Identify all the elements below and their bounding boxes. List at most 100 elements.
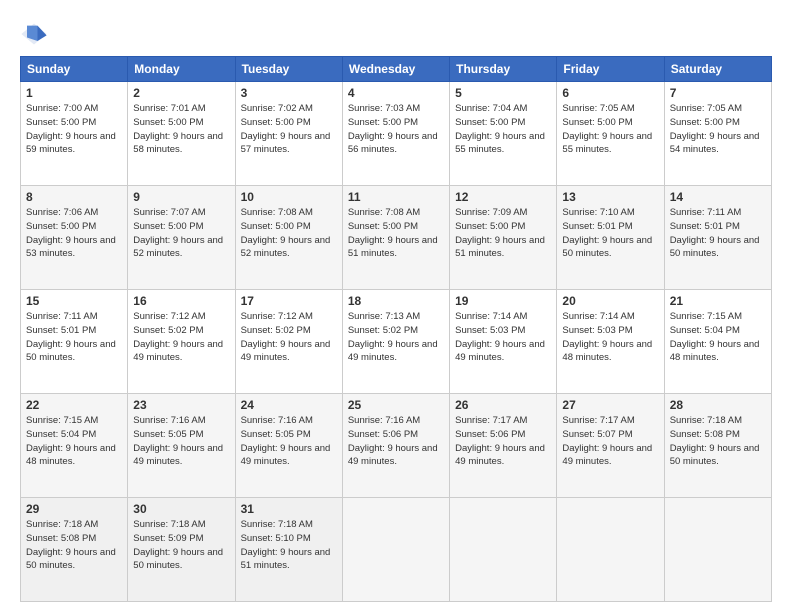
day-info: Sunrise: 7:11 AM Sunset: 5:01 PM Dayligh… — [26, 310, 122, 365]
calendar-cell — [342, 498, 449, 602]
day-number: 16 — [133, 294, 229, 308]
calendar-cell: 7 Sunrise: 7:05 AM Sunset: 5:00 PM Dayli… — [664, 82, 771, 186]
calendar-cell: 8 Sunrise: 7:06 AM Sunset: 5:00 PM Dayli… — [21, 186, 128, 290]
day-info: Sunrise: 7:18 AM Sunset: 5:08 PM Dayligh… — [670, 414, 766, 469]
calendar-week-4: 22 Sunrise: 7:15 AM Sunset: 5:04 PM Dayl… — [21, 394, 772, 498]
day-info: Sunrise: 7:15 AM Sunset: 5:04 PM Dayligh… — [26, 414, 122, 469]
day-number: 24 — [241, 398, 337, 412]
day-number: 31 — [241, 502, 337, 516]
day-number: 26 — [455, 398, 551, 412]
day-info: Sunrise: 7:15 AM Sunset: 5:04 PM Dayligh… — [670, 310, 766, 365]
logo — [20, 20, 51, 48]
day-header-friday: Friday — [557, 57, 664, 82]
logo-icon — [20, 20, 48, 48]
calendar-week-3: 15 Sunrise: 7:11 AM Sunset: 5:01 PM Dayl… — [21, 290, 772, 394]
day-number: 17 — [241, 294, 337, 308]
day-info: Sunrise: 7:14 AM Sunset: 5:03 PM Dayligh… — [562, 310, 658, 365]
day-info: Sunrise: 7:17 AM Sunset: 5:06 PM Dayligh… — [455, 414, 551, 469]
day-number: 12 — [455, 190, 551, 204]
day-number: 30 — [133, 502, 229, 516]
page: SundayMondayTuesdayWednesdayThursdayFrid… — [0, 0, 792, 612]
calendar-cell: 11 Sunrise: 7:08 AM Sunset: 5:00 PM Dayl… — [342, 186, 449, 290]
day-number: 19 — [455, 294, 551, 308]
calendar-week-5: 29 Sunrise: 7:18 AM Sunset: 5:08 PM Dayl… — [21, 498, 772, 602]
day-number: 7 — [670, 86, 766, 100]
calendar-cell: 9 Sunrise: 7:07 AM Sunset: 5:00 PM Dayli… — [128, 186, 235, 290]
calendar-cell: 2 Sunrise: 7:01 AM Sunset: 5:00 PM Dayli… — [128, 82, 235, 186]
day-number: 9 — [133, 190, 229, 204]
day-number: 28 — [670, 398, 766, 412]
calendar-cell: 24 Sunrise: 7:16 AM Sunset: 5:05 PM Dayl… — [235, 394, 342, 498]
day-info: Sunrise: 7:14 AM Sunset: 5:03 PM Dayligh… — [455, 310, 551, 365]
day-number: 8 — [26, 190, 122, 204]
day-info: Sunrise: 7:16 AM Sunset: 5:05 PM Dayligh… — [241, 414, 337, 469]
calendar-cell: 30 Sunrise: 7:18 AM Sunset: 5:09 PM Dayl… — [128, 498, 235, 602]
day-number: 27 — [562, 398, 658, 412]
day-number: 15 — [26, 294, 122, 308]
day-info: Sunrise: 7:12 AM Sunset: 5:02 PM Dayligh… — [241, 310, 337, 365]
header — [20, 15, 772, 48]
day-info: Sunrise: 7:08 AM Sunset: 5:00 PM Dayligh… — [241, 206, 337, 261]
day-number: 1 — [26, 86, 122, 100]
calendar-cell — [450, 498, 557, 602]
day-info: Sunrise: 7:05 AM Sunset: 5:00 PM Dayligh… — [670, 102, 766, 157]
day-number: 2 — [133, 86, 229, 100]
day-number: 13 — [562, 190, 658, 204]
calendar-cell: 22 Sunrise: 7:15 AM Sunset: 5:04 PM Dayl… — [21, 394, 128, 498]
calendar-cell: 14 Sunrise: 7:11 AM Sunset: 5:01 PM Dayl… — [664, 186, 771, 290]
calendar-cell: 28 Sunrise: 7:18 AM Sunset: 5:08 PM Dayl… — [664, 394, 771, 498]
day-info: Sunrise: 7:08 AM Sunset: 5:00 PM Dayligh… — [348, 206, 444, 261]
day-number: 22 — [26, 398, 122, 412]
day-header-wednesday: Wednesday — [342, 57, 449, 82]
day-header-sunday: Sunday — [21, 57, 128, 82]
calendar-cell: 23 Sunrise: 7:16 AM Sunset: 5:05 PM Dayl… — [128, 394, 235, 498]
day-info: Sunrise: 7:04 AM Sunset: 5:00 PM Dayligh… — [455, 102, 551, 157]
day-info: Sunrise: 7:03 AM Sunset: 5:00 PM Dayligh… — [348, 102, 444, 157]
calendar-cell: 29 Sunrise: 7:18 AM Sunset: 5:08 PM Dayl… — [21, 498, 128, 602]
day-info: Sunrise: 7:10 AM Sunset: 5:01 PM Dayligh… — [562, 206, 658, 261]
calendar-cell — [664, 498, 771, 602]
calendar-cell: 17 Sunrise: 7:12 AM Sunset: 5:02 PM Dayl… — [235, 290, 342, 394]
calendar-cell: 3 Sunrise: 7:02 AM Sunset: 5:00 PM Dayli… — [235, 82, 342, 186]
calendar-cell: 31 Sunrise: 7:18 AM Sunset: 5:10 PM Dayl… — [235, 498, 342, 602]
day-number: 5 — [455, 86, 551, 100]
day-info: Sunrise: 7:07 AM Sunset: 5:00 PM Dayligh… — [133, 206, 229, 261]
day-number: 10 — [241, 190, 337, 204]
day-number: 23 — [133, 398, 229, 412]
day-number: 21 — [670, 294, 766, 308]
day-info: Sunrise: 7:00 AM Sunset: 5:00 PM Dayligh… — [26, 102, 122, 157]
day-info: Sunrise: 7:09 AM Sunset: 5:00 PM Dayligh… — [455, 206, 551, 261]
calendar-table: SundayMondayTuesdayWednesdayThursdayFrid… — [20, 56, 772, 602]
calendar-cell: 15 Sunrise: 7:11 AM Sunset: 5:01 PM Dayl… — [21, 290, 128, 394]
calendar-cell: 4 Sunrise: 7:03 AM Sunset: 5:00 PM Dayli… — [342, 82, 449, 186]
day-info: Sunrise: 7:17 AM Sunset: 5:07 PM Dayligh… — [562, 414, 658, 469]
calendar-cell: 6 Sunrise: 7:05 AM Sunset: 5:00 PM Dayli… — [557, 82, 664, 186]
calendar-cell: 10 Sunrise: 7:08 AM Sunset: 5:00 PM Dayl… — [235, 186, 342, 290]
day-info: Sunrise: 7:06 AM Sunset: 5:00 PM Dayligh… — [26, 206, 122, 261]
day-number: 18 — [348, 294, 444, 308]
day-header-tuesday: Tuesday — [235, 57, 342, 82]
day-info: Sunrise: 7:11 AM Sunset: 5:01 PM Dayligh… — [670, 206, 766, 261]
calendar-cell: 16 Sunrise: 7:12 AM Sunset: 5:02 PM Dayl… — [128, 290, 235, 394]
day-info: Sunrise: 7:16 AM Sunset: 5:05 PM Dayligh… — [133, 414, 229, 469]
day-info: Sunrise: 7:16 AM Sunset: 5:06 PM Dayligh… — [348, 414, 444, 469]
day-info: Sunrise: 7:18 AM Sunset: 5:08 PM Dayligh… — [26, 518, 122, 573]
day-number: 29 — [26, 502, 122, 516]
calendar-cell: 26 Sunrise: 7:17 AM Sunset: 5:06 PM Dayl… — [450, 394, 557, 498]
day-number: 25 — [348, 398, 444, 412]
day-info: Sunrise: 7:05 AM Sunset: 5:00 PM Dayligh… — [562, 102, 658, 157]
calendar-cell: 12 Sunrise: 7:09 AM Sunset: 5:00 PM Dayl… — [450, 186, 557, 290]
day-number: 14 — [670, 190, 766, 204]
calendar-cell: 13 Sunrise: 7:10 AM Sunset: 5:01 PM Dayl… — [557, 186, 664, 290]
day-number: 6 — [562, 86, 658, 100]
day-header-saturday: Saturday — [664, 57, 771, 82]
day-info: Sunrise: 7:18 AM Sunset: 5:10 PM Dayligh… — [241, 518, 337, 573]
calendar-cell: 19 Sunrise: 7:14 AM Sunset: 5:03 PM Dayl… — [450, 290, 557, 394]
calendar-cell: 21 Sunrise: 7:15 AM Sunset: 5:04 PM Dayl… — [664, 290, 771, 394]
day-info: Sunrise: 7:13 AM Sunset: 5:02 PM Dayligh… — [348, 310, 444, 365]
calendar-cell: 1 Sunrise: 7:00 AM Sunset: 5:00 PM Dayli… — [21, 82, 128, 186]
calendar-week-1: 1 Sunrise: 7:00 AM Sunset: 5:00 PM Dayli… — [21, 82, 772, 186]
day-info: Sunrise: 7:02 AM Sunset: 5:00 PM Dayligh… — [241, 102, 337, 157]
calendar-cell: 18 Sunrise: 7:13 AM Sunset: 5:02 PM Dayl… — [342, 290, 449, 394]
day-number: 4 — [348, 86, 444, 100]
